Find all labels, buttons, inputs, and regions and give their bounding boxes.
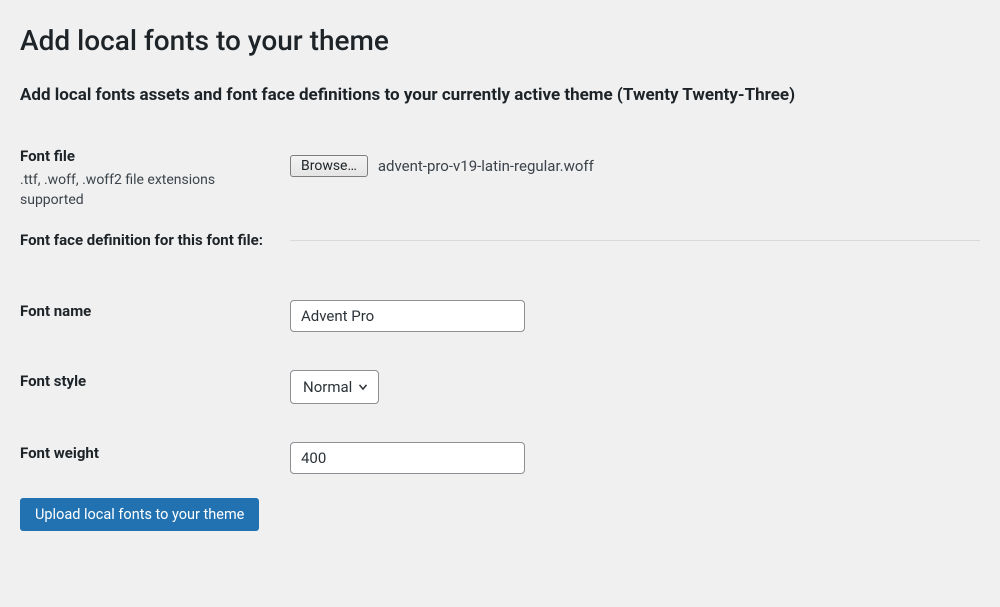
field-font-file: Font file .ttf, .woff, .woff2 file exten… [20, 145, 980, 210]
section-divider-line [290, 240, 980, 241]
font-style-value: Normal [303, 378, 352, 396]
page-subtitle: Add local fonts assets and font face def… [20, 85, 980, 105]
font-face-definition-label: Font face definition for this font file: [20, 230, 270, 252]
font-file-picker[interactable]: Browse… advent-pro-v19-latin-regular.wof… [290, 155, 594, 177]
font-face-definition-section: Font face definition for this font file: [20, 230, 980, 252]
font-weight-input[interactable] [290, 442, 525, 474]
selected-file-name: advent-pro-v19-latin-regular.woff [378, 157, 594, 175]
font-name-label: Font name [20, 300, 270, 323]
font-name-input[interactable] [290, 300, 525, 332]
font-weight-label: Font weight [20, 442, 270, 465]
font-style-select[interactable]: Normal [290, 370, 379, 404]
field-font-style: Font style Normal [20, 370, 980, 404]
field-font-name: Font name [20, 300, 980, 332]
font-file-hint: .ttf, .woff, .woff2 file extensions supp… [20, 170, 270, 211]
page-title: Add local fonts to your theme [20, 24, 980, 57]
browse-button[interactable]: Browse… [290, 155, 368, 177]
chevron-down-icon [356, 380, 370, 394]
field-font-weight: Font weight [20, 442, 980, 474]
upload-fonts-button[interactable]: Upload local fonts to your theme [20, 498, 259, 531]
font-style-label: Font style [20, 370, 270, 393]
font-file-label: Font file [20, 145, 270, 168]
